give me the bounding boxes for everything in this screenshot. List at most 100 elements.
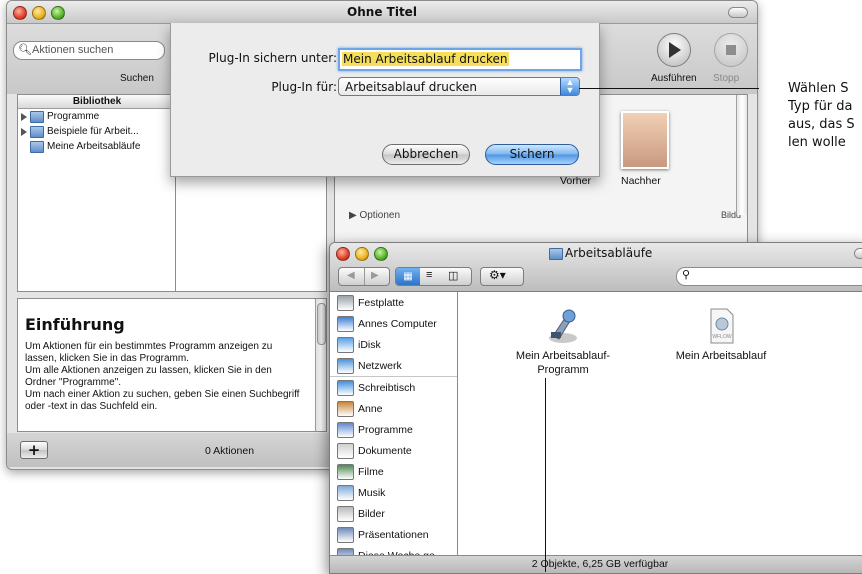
sidebar-item[interactable]: iDisk	[330, 334, 457, 355]
toolbar-toggle-button[interactable]	[854, 248, 862, 259]
library-panel: Bibliothek Programme Beispiele für Arbei…	[17, 94, 177, 292]
sidebar-item[interactable]: Annes Computer	[330, 313, 457, 334]
documents-icon	[337, 442, 354, 459]
status-bar: 2 Objekte, 6,25 GB verfügbar	[330, 555, 862, 573]
split-handle[interactable]	[177, 286, 181, 290]
plugin-for-popup[interactable]: Arbeitsablauf drucken ▲ ▼	[338, 77, 580, 96]
sidebar-item[interactable]: Schreibtisch	[330, 376, 457, 398]
sidebar-item[interactable]: Bilder	[330, 503, 457, 524]
sidebar-item-label: Netzwerk	[358, 359, 402, 372]
network-icon	[337, 357, 354, 374]
home-icon	[337, 400, 354, 417]
description-panel: Einführung Um Aktionen für ein bestimmte…	[17, 298, 327, 432]
stop-label: Stopp	[713, 73, 740, 84]
actions-search-field[interactable]: 🔍︎ Aktionen suchen	[13, 41, 165, 60]
toolbar-toggle-button[interactable]	[728, 7, 748, 18]
sidebar-item-label: Programme	[358, 423, 413, 436]
sidebar-item[interactable]: Präsentationen	[330, 524, 457, 545]
computer-icon	[337, 315, 354, 332]
column-view-icon[interactable]: ◫	[448, 269, 458, 282]
window-title: Ohne Titel	[347, 5, 417, 19]
sidebar-item-label: Filme	[358, 465, 384, 478]
close-button[interactable]	[336, 247, 350, 261]
callout-text: Wählen S Typ für da aus, das S len wolle	[788, 81, 855, 150]
finder-sidebar: Festplatte Annes Computer iDisk Netzwerk Sch…	[330, 292, 458, 564]
file-item-app[interactable]: Mein Arbeitsablauf- Programm	[488, 306, 638, 377]
after-image-thumbnail	[621, 111, 669, 169]
search-label: Suchen	[120, 73, 154, 84]
search-icon: ⚲	[682, 269, 691, 281]
stop-button[interactable]	[714, 33, 748, 67]
workflow-scrollbar[interactable]	[736, 95, 747, 215]
save-button[interactable]: Sichern	[485, 144, 579, 165]
callout-line-finder	[545, 378, 546, 572]
music-icon	[337, 484, 354, 501]
save-as-field[interactable]: Mein Arbeitsablauf drucken	[338, 48, 582, 71]
add-button[interactable]: +	[20, 441, 48, 459]
sidebar-item[interactable]: Anne	[330, 398, 457, 419]
options-toggle[interactable]: ▶ Optionen	[349, 210, 400, 221]
sidebar-item-label: Bilder	[358, 507, 385, 520]
play-icon	[669, 42, 681, 58]
sidebar-item-label: Dokumente	[358, 444, 412, 457]
sidebar-item[interactable]: Musik	[330, 482, 457, 503]
description-scrollbar[interactable]	[315, 299, 326, 431]
plugin-for-value: Arbeitsablauf drucken	[345, 80, 477, 94]
forward-arrow-icon[interactable]: ▶	[371, 270, 379, 281]
view-switcher[interactable]: ▦ ≡ ◫	[395, 267, 472, 286]
plugin-for-label: Plug-In für:	[271, 80, 337, 94]
back-arrow-icon[interactable]: ◀	[347, 270, 355, 281]
gear-icon: ⚙▾	[489, 268, 506, 282]
stop-icon	[726, 45, 736, 55]
automator-app-icon	[549, 309, 577, 343]
sidebar-item[interactable]: Programme	[330, 419, 457, 440]
sidebar-item-label: Annes Computer	[358, 317, 437, 330]
sidebar-item-label: Präsentationen	[358, 528, 429, 541]
workflow-badge: WFLOW	[712, 334, 731, 340]
library-item-examples[interactable]: Beispiele für Arbeit...	[18, 124, 176, 139]
search-icon: 🔍︎	[18, 44, 32, 56]
smart-folder-icon	[337, 526, 354, 543]
sidebar-item-label: Anne	[358, 402, 383, 415]
scroll-thumb[interactable]	[317, 303, 326, 345]
run-label: Ausführen	[651, 73, 697, 84]
sidebar-item-label: Musik	[358, 486, 386, 499]
finder-titlebar: Arbeitsabläufe ◀ ▶ ▦ ≡ ◫ ⚙▾ ⚲	[330, 243, 862, 292]
movies-icon	[337, 463, 354, 480]
automator-bottom-bar	[7, 433, 334, 467]
disk-icon	[337, 294, 354, 311]
callout-line-sheet	[579, 88, 759, 89]
file-name: Mein Arbeitsablauf	[675, 350, 767, 362]
finder-title: Arbeitsabläufe	[565, 246, 653, 260]
sidebar-item[interactable]: Dokumente	[330, 440, 457, 461]
cancel-button[interactable]: Abbrechen	[382, 144, 470, 165]
sidebar-item[interactable]: Festplatte	[330, 292, 457, 313]
disclosure-triangle-icon[interactable]	[21, 127, 27, 136]
automator-titlebar: Ohne Titel	[7, 1, 757, 24]
disclosure-triangle-icon[interactable]	[21, 112, 27, 121]
icon-view-icon[interactable]: ▦	[396, 268, 420, 285]
sidebar-item-label: Festplatte	[358, 296, 405, 309]
finder-window: Arbeitsabläufe ◀ ▶ ▦ ≡ ◫ ⚙▾ ⚲ Festplatte…	[329, 242, 862, 574]
pictures-icon	[337, 505, 354, 522]
file-item-workflow[interactable]: WFLOW Mein Arbeitsablauf	[646, 306, 796, 363]
library-item-my-workflows[interactable]: Meine Arbeitsabläufe	[18, 139, 176, 154]
run-button[interactable]	[657, 33, 691, 67]
search-placeholder: Aktionen suchen	[32, 44, 114, 56]
folder-icon	[30, 140, 44, 153]
folder-icon	[30, 125, 44, 138]
finder-search-field[interactable]: ⚲	[676, 267, 862, 286]
desktop-icon	[337, 379, 354, 396]
library-header: Bibliothek	[18, 95, 176, 109]
back-forward-control[interactable]: ◀ ▶	[338, 267, 390, 286]
library-item-programme[interactable]: Programme	[18, 109, 176, 124]
sidebar-item[interactable]: Filme	[330, 461, 457, 482]
action-menu-button[interactable]: ⚙▾	[480, 267, 524, 286]
zoom-button[interactable]	[374, 247, 388, 261]
save-plugin-sheet: Plug-In sichern unter: Mein Arbeitsablau…	[170, 23, 600, 177]
minimize-button[interactable]	[355, 247, 369, 261]
workflow-document-icon: WFLOW	[710, 308, 734, 344]
list-view-icon[interactable]: ≡	[426, 269, 432, 281]
sidebar-item[interactable]: Netzwerk	[330, 355, 457, 376]
save-as-value: Mein Arbeitsablauf drucken	[342, 52, 509, 66]
